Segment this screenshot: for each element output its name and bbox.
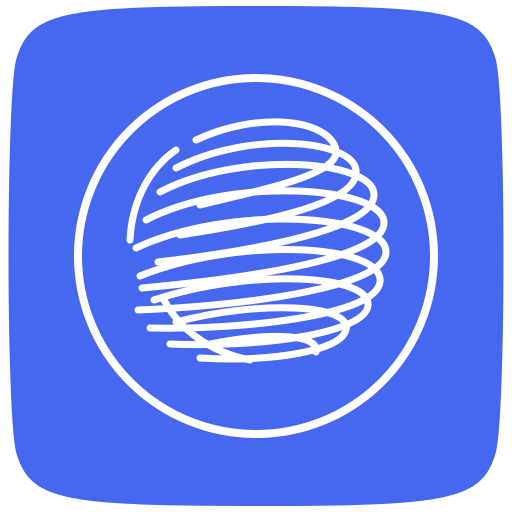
app-icon-graphic bbox=[8, 6, 504, 506]
app-icon[interactable] bbox=[0, 0, 512, 512]
